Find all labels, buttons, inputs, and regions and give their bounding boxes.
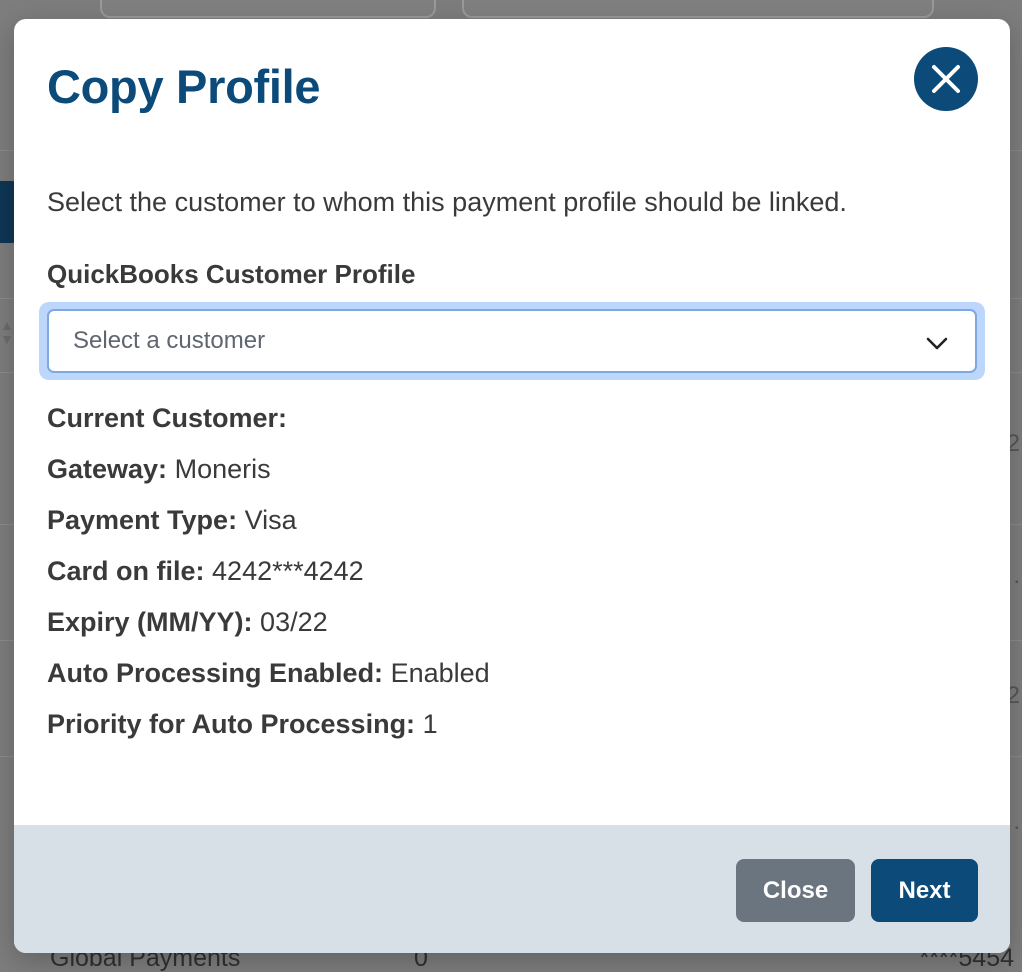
detail-value: 03/22 (260, 607, 328, 637)
detail-current-customer: Current Customer: (47, 403, 490, 454)
detail-value: 1 (422, 709, 438, 739)
modal-instruction: Select the customer to whom this payment… (47, 187, 847, 217)
profile-details: Current Customer: Gateway: Moneris Payme… (47, 403, 490, 760)
background-card (462, 0, 934, 18)
detail-priority: Priority for Auto Processing: 1 (47, 709, 490, 760)
detail-auto-processing: Auto Processing Enabled: Enabled (47, 658, 490, 709)
detail-value: Enabled (390, 658, 490, 688)
detail-gateway: Gateway: Moneris (47, 454, 490, 505)
background-card (100, 0, 436, 18)
close-modal-button[interactable] (914, 47, 978, 111)
detail-label: Gateway: (47, 454, 168, 484)
detail-label: Auto Processing Enabled: (47, 658, 384, 688)
detail-value: Visa (244, 505, 297, 535)
detail-label: Card on file: (47, 556, 205, 586)
customer-select-placeholder: Select a customer (73, 327, 266, 354)
customer-profile-label: QuickBooks Customer Profile (47, 259, 416, 289)
modal-title: Copy Profile (47, 60, 321, 113)
detail-value: 4242***4242 (212, 556, 364, 586)
detail-label: Expiry (MM/YY): (47, 607, 253, 637)
detail-card-on-file: Card on file: 4242***4242 (47, 556, 490, 607)
close-icon (932, 65, 960, 93)
background-cell-fragment: . (1013, 562, 1020, 589)
detail-label: Current Customer: (47, 403, 288, 433)
copy-profile-modal: Copy Profile Select the customer to whom… (14, 19, 1010, 953)
sort-icon: ▲ ▼ (0, 317, 14, 347)
detail-label: Priority for Auto Processing: (47, 709, 416, 739)
detail-label: Payment Type: (47, 505, 238, 535)
modal-footer: Close Next (14, 825, 1010, 953)
customer-select[interactable]: Select a customer (47, 309, 977, 373)
next-button[interactable]: Next (871, 859, 978, 922)
chevron-down-icon (926, 337, 948, 350)
close-button[interactable]: Close (736, 859, 855, 922)
customer-select-focus-ring: Select a customer (39, 302, 985, 380)
detail-value: Moneris (174, 454, 271, 484)
detail-expiry: Expiry (MM/YY): 03/22 (47, 607, 490, 658)
background-cell-fragment: . (1013, 808, 1020, 835)
detail-payment-type: Payment Type: Visa (47, 505, 490, 556)
